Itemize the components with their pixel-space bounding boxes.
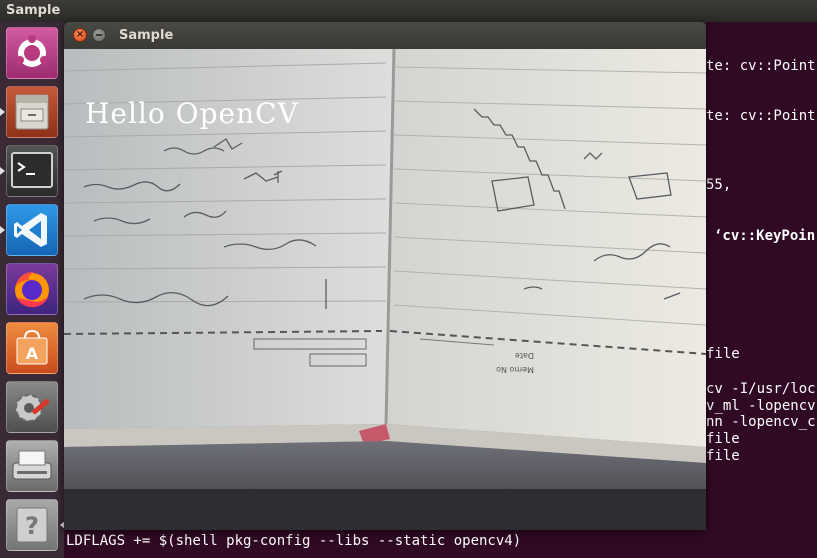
terminal-line: nn -lopencv_c bbox=[706, 414, 816, 430]
scanner-icon bbox=[12, 450, 52, 480]
svg-text:A: A bbox=[26, 344, 39, 363]
terminal-line: file bbox=[706, 346, 740, 362]
system-settings-icon bbox=[15, 394, 50, 422]
running-indicator bbox=[0, 226, 5, 234]
help-icon: ? bbox=[16, 507, 48, 543]
launcher-settings-button[interactable] bbox=[6, 381, 58, 433]
running-indicator bbox=[0, 167, 5, 175]
launcher: A ? bbox=[0, 22, 65, 558]
launcher-firefox-button[interactable] bbox=[6, 263, 58, 315]
close-icon: × bbox=[75, 29, 85, 40]
terminal-line: file bbox=[706, 448, 740, 464]
camera-frame: Memo No Date Hello OpenCV bbox=[64, 49, 706, 530]
top-panel: Sample bbox=[0, 0, 817, 22]
terminal-line: 55, bbox=[706, 177, 732, 193]
ubuntu-logo-icon bbox=[16, 35, 48, 67]
svg-text:Memo No: Memo No bbox=[496, 365, 534, 374]
svg-text:Date: Date bbox=[515, 351, 534, 360]
minimize-button[interactable] bbox=[92, 28, 106, 42]
launcher-files-button[interactable] bbox=[6, 86, 58, 138]
opencv-window: × Sample Memo No Date Hello OpenCV bbox=[64, 22, 706, 530]
active-app-name: Sample bbox=[6, 3, 61, 18]
launcher-vscode-button[interactable] bbox=[6, 204, 58, 256]
terminal-line: v_ml -lopencv bbox=[706, 398, 816, 414]
terminal-line: LDFLAGS += $(shell pkg-config --libs --s… bbox=[66, 533, 522, 549]
window-titlebar[interactable]: × Sample bbox=[64, 22, 706, 49]
firefox-icon bbox=[15, 272, 49, 308]
terminal-line: file bbox=[706, 431, 740, 447]
vscode-icon bbox=[14, 213, 47, 247]
launcher-software-button[interactable]: A bbox=[6, 322, 58, 374]
svg-text:?: ? bbox=[25, 512, 39, 540]
terminal-line: ‘cv::KeyPoin bbox=[714, 228, 816, 244]
launcher-scanner-button[interactable] bbox=[6, 440, 58, 492]
terminal-line: te: cv::Point bbox=[706, 58, 816, 74]
software-center-icon: A bbox=[16, 329, 48, 365]
terminal-icon bbox=[11, 152, 53, 188]
window-title: Sample bbox=[119, 28, 174, 43]
running-indicator bbox=[0, 108, 5, 116]
file-manager-icon bbox=[15, 94, 49, 130]
launcher-help-button[interactable]: ? bbox=[6, 499, 58, 551]
terminal-line: te: cv::Point bbox=[706, 108, 816, 124]
launcher-ubuntu-button[interactable] bbox=[6, 27, 58, 79]
launcher-terminal-button[interactable] bbox=[6, 145, 58, 197]
overlay-text: Hello OpenCV bbox=[85, 97, 299, 130]
close-button[interactable]: × bbox=[73, 28, 87, 42]
terminal-line: cv -I/usr/loc bbox=[706, 381, 816, 397]
